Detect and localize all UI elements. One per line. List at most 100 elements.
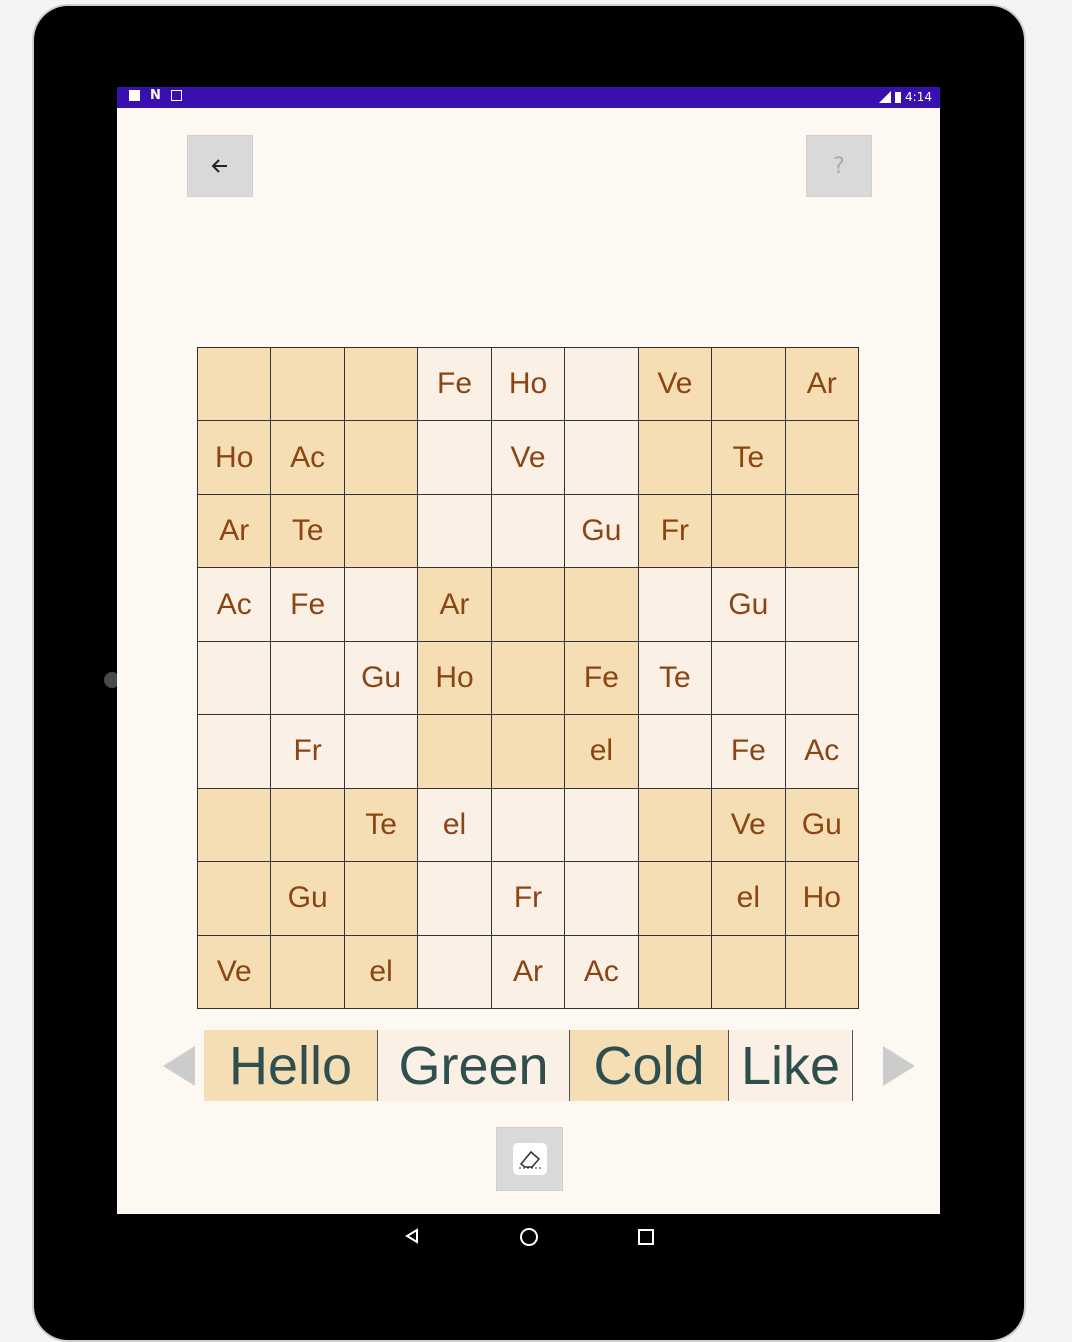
grid-cell[interactable] (785, 421, 859, 495)
nav-home-icon[interactable] (520, 1228, 538, 1246)
grid-cell[interactable]: Ar (198, 494, 272, 569)
grid-cell[interactable] (418, 715, 492, 789)
grid-cell[interactable]: Ho (198, 421, 272, 495)
grid-cell[interactable]: Ac (785, 715, 859, 789)
grid-cell[interactable]: Fr (638, 494, 713, 569)
grid-cell[interactable] (565, 862, 639, 936)
grid-cell[interactable]: Ve (712, 788, 786, 863)
grid-cell[interactable]: Ar (785, 348, 859, 422)
grid-cell[interactable]: Ve (491, 421, 566, 495)
help-button[interactable]: ? (806, 135, 872, 197)
grid-cell[interactable] (344, 348, 419, 422)
grid-cell[interactable] (418, 935, 492, 1009)
status-time: 4:14 (905, 90, 932, 104)
grid-cell[interactable]: el (344, 935, 419, 1009)
grid-cell[interactable] (198, 641, 272, 716)
grid-cell[interactable] (565, 421, 639, 495)
grid-cell[interactable]: Ac (198, 568, 272, 642)
status-left-icons: N (129, 89, 182, 102)
word-option[interactable]: Like (729, 1030, 853, 1101)
grid-cell[interactable]: Ho (491, 348, 566, 422)
back-button[interactable] (187, 135, 253, 197)
grid-cell[interactable]: Te (712, 421, 786, 495)
grid-cell[interactable] (785, 935, 859, 1009)
word-option[interactable]: Green (378, 1030, 570, 1101)
grid-cell[interactable]: Ve (638, 348, 713, 422)
lte-signal-icon (879, 91, 892, 103)
grid-cell[interactable] (491, 641, 566, 716)
grid-cell[interactable]: Fe (271, 568, 345, 642)
grid-cell[interactable] (638, 788, 713, 863)
grid-cell[interactable]: el (712, 862, 786, 936)
grid-cell[interactable] (638, 421, 713, 495)
grid-cell[interactable]: Te (638, 641, 713, 716)
scroll-left-arrow-icon[interactable] (163, 1046, 195, 1086)
grid-cell[interactable] (198, 788, 272, 863)
grid-cell[interactable]: Te (344, 788, 419, 863)
grid-cell[interactable]: Gu (565, 494, 639, 569)
grid-cell[interactable]: el (565, 715, 639, 789)
grid-cell[interactable]: Fe (565, 641, 639, 716)
grid-cell[interactable] (271, 348, 345, 422)
android-nav-bar (0, 1214, 1072, 1258)
grid-cell[interactable] (198, 715, 272, 789)
nav-back-icon[interactable] (404, 1228, 420, 1244)
grid-cell[interactable] (785, 494, 859, 569)
grid-cell[interactable] (271, 641, 345, 716)
grid-cell[interactable] (785, 641, 859, 716)
grid-cell[interactable] (491, 715, 566, 789)
grid-cell[interactable] (638, 715, 713, 789)
grid-cell[interactable]: Ar (418, 568, 492, 642)
grid-cell[interactable]: Gu (344, 641, 419, 716)
grid-cell[interactable]: el (418, 788, 492, 863)
grid-cell[interactable] (344, 494, 419, 569)
grid-cell[interactable] (344, 421, 419, 495)
grid-cell[interactable]: Gu (712, 568, 786, 642)
grid-cell[interactable] (271, 935, 345, 1009)
grid-cell[interactable]: Ho (785, 862, 859, 936)
grid-cell[interactable] (491, 568, 566, 642)
grid-cell[interactable]: Fe (712, 715, 786, 789)
word-option[interactable]: Cold (570, 1030, 729, 1101)
grid-cell[interactable] (198, 862, 272, 936)
grid-cell[interactable] (198, 348, 272, 422)
status-right-icons: 4:14 (879, 90, 932, 104)
grid-cell[interactable]: Ar (491, 935, 566, 1009)
grid-cell[interactable] (785, 568, 859, 642)
grid-cell[interactable] (565, 788, 639, 863)
grid-cell[interactable] (712, 494, 786, 569)
grid-cell[interactable] (638, 935, 713, 1009)
grid-cell[interactable]: Gu (271, 862, 345, 936)
grid-cell[interactable] (418, 421, 492, 495)
grid-cell[interactable] (418, 862, 492, 936)
grid-cell[interactable] (712, 641, 786, 716)
grid-cell[interactable]: Ac (271, 421, 345, 495)
grid-cell[interactable] (418, 494, 492, 569)
grid-cell[interactable]: Fe (418, 348, 492, 422)
grid-cell[interactable] (491, 788, 566, 863)
grid-cell[interactable] (712, 935, 786, 1009)
grid-cell[interactable]: Ac (565, 935, 639, 1009)
grid-cell[interactable]: Te (271, 494, 345, 569)
erase-button[interactable] (496, 1127, 563, 1191)
grid-cell[interactable]: Ve (198, 935, 272, 1009)
grid-cell[interactable]: Fr (271, 715, 345, 789)
grid-cell[interactable] (712, 348, 786, 422)
word-option[interactable]: Hello (204, 1030, 378, 1101)
sd-card-icon (129, 90, 140, 101)
grid-cell[interactable]: Fr (491, 862, 566, 936)
nav-recents-icon[interactable] (638, 1229, 654, 1245)
scroll-right-arrow-icon[interactable] (883, 1046, 915, 1086)
grid-cell[interactable] (638, 568, 713, 642)
eraser-icon (512, 1143, 547, 1175)
grid-cell[interactable]: Gu (785, 788, 859, 863)
grid-cell[interactable] (565, 568, 639, 642)
grid-cell[interactable]: Ho (418, 641, 492, 716)
grid-cell[interactable] (344, 715, 419, 789)
grid-cell[interactable] (491, 494, 566, 569)
grid-cell[interactable] (638, 862, 713, 936)
grid-cell[interactable] (344, 862, 419, 936)
grid-cell[interactable] (271, 788, 345, 863)
grid-cell[interactable] (344, 568, 419, 642)
grid-cell[interactable] (565, 348, 639, 422)
